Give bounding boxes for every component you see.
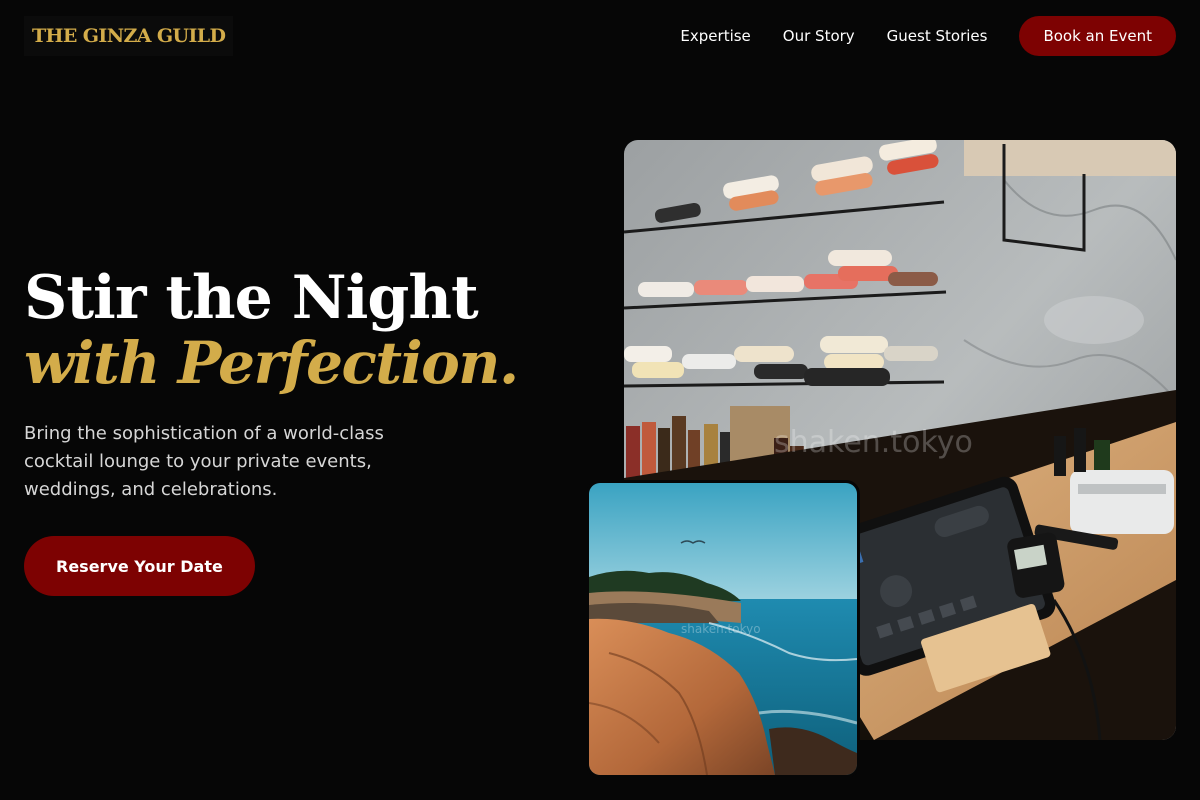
brand-logo[interactable]: THE GINZA GUILD (24, 16, 234, 56)
nav-link-our-story[interactable]: Our Story (783, 27, 855, 45)
inset-photo-watermark: shaken.tokyo (681, 622, 761, 636)
hero-section: Stir the Night with Perfection. Bring th… (24, 268, 564, 596)
book-event-button[interactable]: Book an Event (1019, 16, 1176, 56)
landing-page: THE GINZA GUILD Expertise Our Story Gues… (0, 0, 1200, 800)
nav-link-expertise[interactable]: Expertise (680, 27, 750, 45)
site-header: THE GINZA GUILD Expertise Our Story Gues… (0, 0, 1200, 72)
reserve-date-button[interactable]: Reserve Your Date (24, 536, 255, 596)
coastline-photo: shaken.tokyo (586, 480, 860, 778)
hero-headline: Stir the Night with Perfection. (24, 268, 564, 392)
headline-line-2: with Perfection. (24, 329, 519, 397)
hero-subcopy: Bring the sophistication of a world-clas… (24, 423, 384, 500)
main-nav: Expertise Our Story Guest Stories Book a… (680, 16, 1176, 56)
nav-link-guest-stories[interactable]: Guest Stories (887, 27, 988, 45)
headline-line-1: Stir the Night (24, 263, 479, 333)
main-photo-watermark: shaken.tokyo (774, 425, 973, 460)
